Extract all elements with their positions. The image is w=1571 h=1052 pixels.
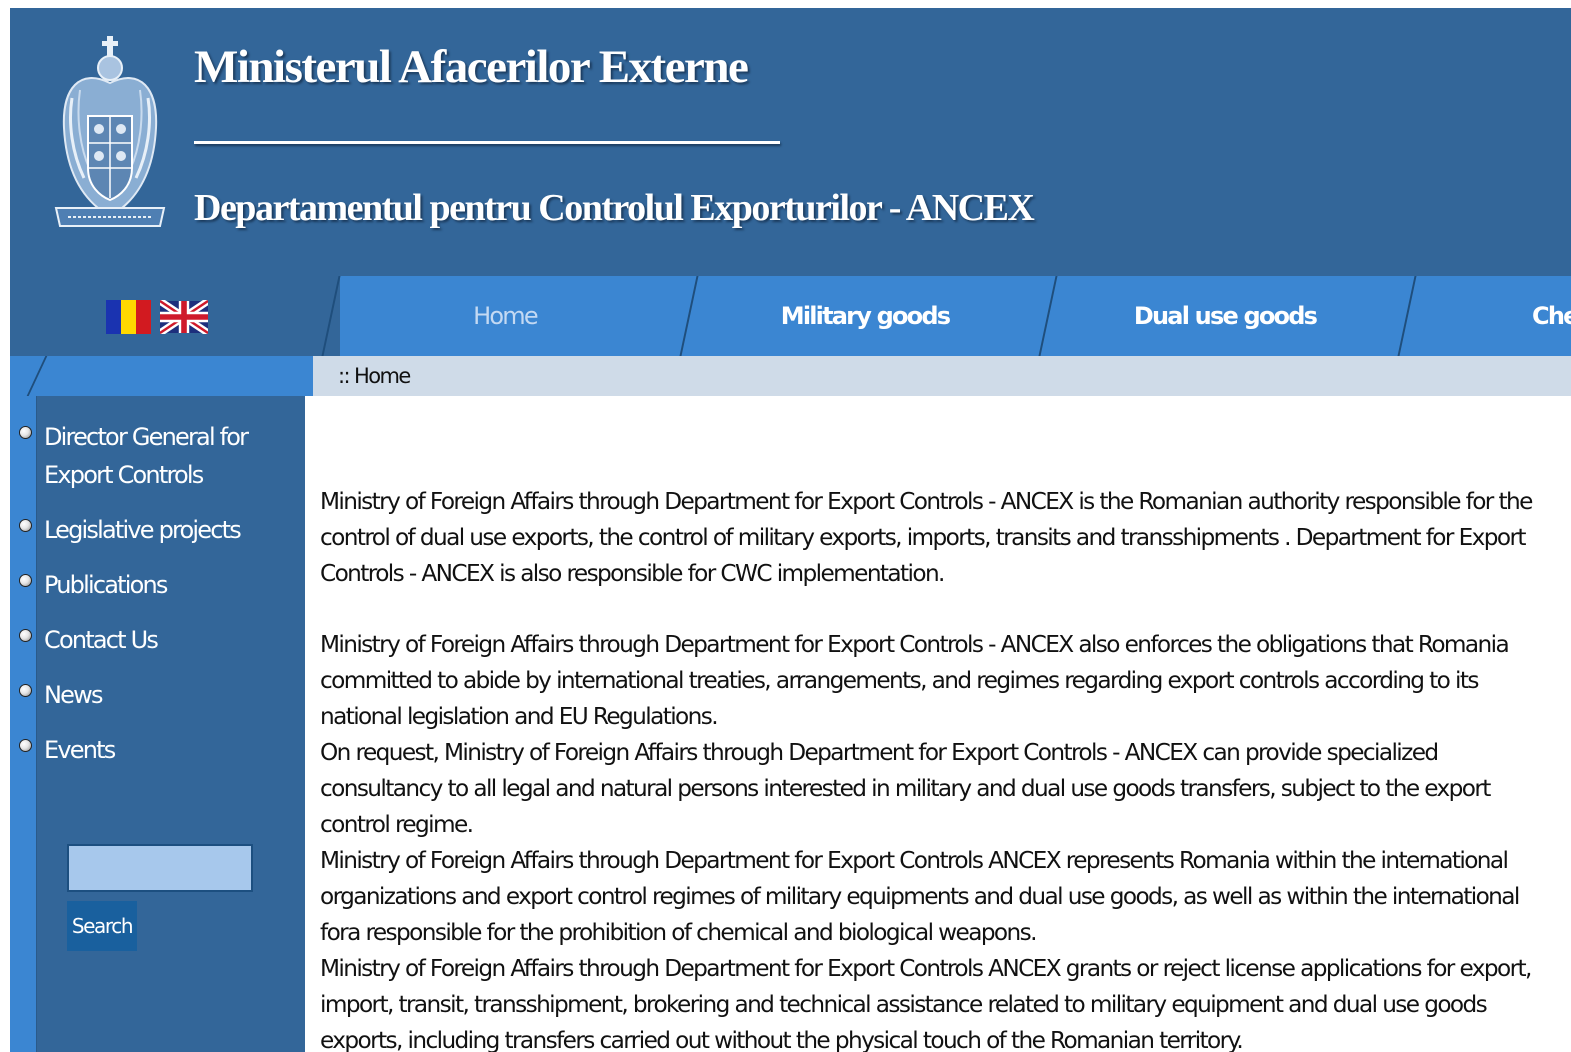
nav-separator [1397, 276, 1417, 356]
title-divider [194, 141, 780, 144]
bullet-icon [19, 684, 32, 697]
bullet-icon [19, 574, 32, 587]
sidebar-item-news[interactable]: News [18, 676, 298, 714]
bullet-icon [19, 629, 32, 642]
sidebar-item-label[interactable]: News [44, 676, 298, 714]
content-paragraph: Ministry of Foreign Affairs through Depa… [320, 631, 1510, 730]
page: Ministerul Afacerilor Externe Departamen… [10, 8, 1571, 1052]
bullet-icon [19, 426, 32, 439]
breadcrumb-left-tab [10, 356, 313, 396]
content-paragraph: Ministry of Foreign Affairs through Depa… [320, 488, 1533, 587]
sidebar-item-publications[interactable]: Publications [18, 566, 298, 604]
sidebar-item-label[interactable]: Events [44, 731, 298, 769]
coat-of-arms-logo [54, 36, 166, 227]
content-paragraph: Ministry of Foreign Affairs through Depa… [320, 955, 1532, 1052]
sidebar-item-events[interactable]: Events [18, 731, 298, 769]
search-input[interactable] [67, 844, 253, 892]
sidebar: Director General for Export Controls Leg… [10, 396, 305, 1052]
sidebar-item-legislative-projects[interactable]: Legislative projects [18, 511, 298, 549]
content-paragraph: On request, Ministry of Foreign Affairs … [320, 739, 1491, 838]
uk-flag-icon[interactable] [160, 300, 208, 334]
ro-flag-icon[interactable] [106, 300, 151, 334]
content-paragraph: Ministry of Foreign Affairs through Depa… [320, 847, 1520, 946]
main-nav: Home Military goods Dual use goods Che [10, 276, 1571, 356]
bullet-icon [19, 739, 32, 752]
nav-military-goods[interactable]: Military goods [700, 276, 1030, 356]
nav-dual-use-goods[interactable]: Dual use goods [1060, 276, 1390, 356]
breadcrumb-bar: :: Home [10, 356, 1571, 396]
search-button[interactable]: Search [67, 901, 137, 951]
ministry-title: Ministerul Afacerilor Externe [194, 41, 749, 93]
bullet-icon [19, 519, 32, 532]
nav-chemical[interactable]: Che [1532, 276, 1571, 356]
sidebar-item-label[interactable]: Director General for Export Controls [44, 418, 298, 494]
department-subtitle: Departamentul pentru Controlul Exporturi… [194, 187, 1035, 229]
breadcrumb: :: Home [338, 364, 411, 388]
nav-home[interactable]: Home [340, 276, 670, 356]
sidebar-item-label[interactable]: Publications [44, 566, 298, 604]
sidebar-item-label[interactable]: Legislative projects [44, 511, 298, 549]
nav-separator [1038, 276, 1058, 356]
sidebar-item-contact-us[interactable]: Contact Us [18, 621, 298, 659]
sidebar-item-director-general[interactable]: Director General for Export Controls [18, 418, 298, 494]
main-content: Ministry of Foreign Affairs through Depa… [320, 484, 1560, 1052]
site-header: Ministerul Afacerilor Externe Departamen… [10, 8, 1571, 276]
language-selector [10, 276, 340, 356]
nav-separator [679, 276, 699, 356]
sidebar-menu: Director General for Export Controls Leg… [18, 418, 298, 786]
sidebar-item-label[interactable]: Contact Us [44, 621, 298, 659]
